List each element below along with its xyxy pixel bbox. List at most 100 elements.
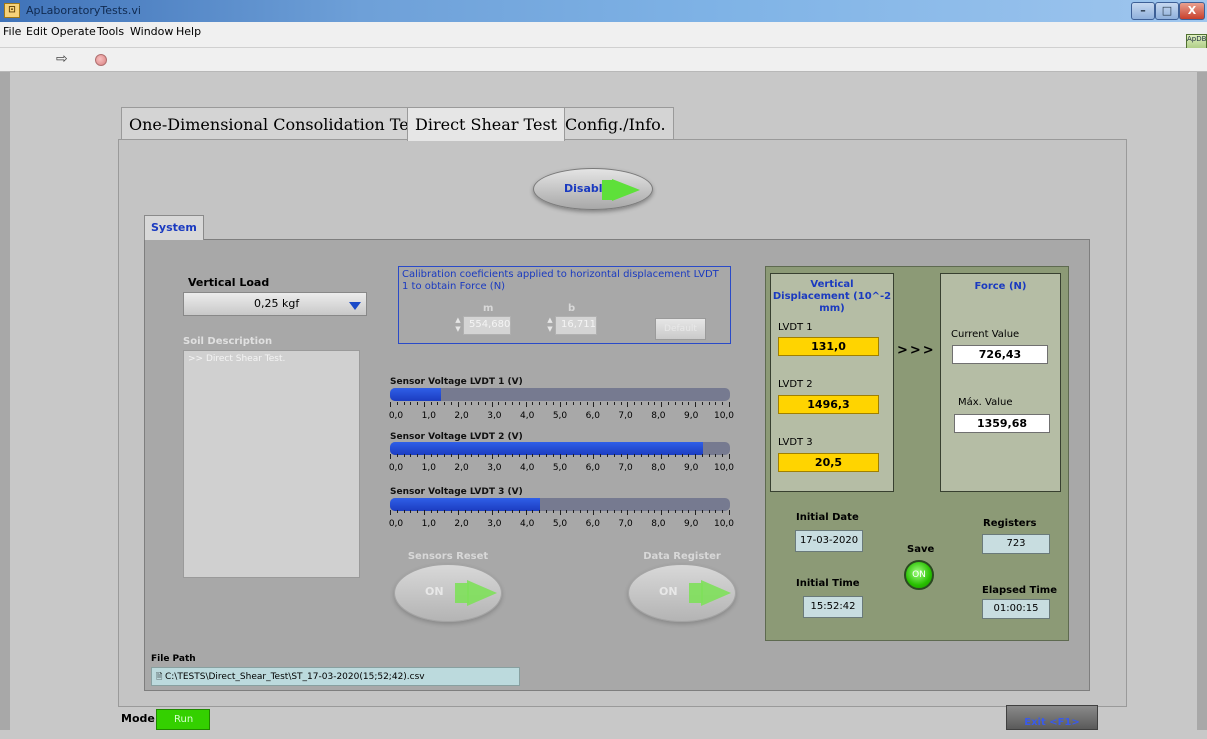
scale-label: 5,0 (552, 519, 568, 529)
run-arrow-icon[interactable]: ⇨ (56, 51, 68, 67)
scale-label: 1,0 (421, 411, 436, 421)
initial-time-label: Initial Time (796, 578, 860, 589)
scale-tick (525, 510, 527, 515)
scale-tick (606, 510, 608, 513)
scale-tick (403, 454, 405, 457)
arrow-right-icon (701, 580, 731, 606)
data-register-button[interactable]: ON (628, 564, 736, 622)
abort-stop-icon[interactable] (95, 54, 107, 66)
mode-indicator: Run (156, 709, 210, 730)
scale-label: 0,0 (388, 411, 404, 421)
scale-tick (573, 402, 575, 405)
scale-tick (627, 402, 629, 407)
calibration-description: Calibration coeficients applied to horiz… (402, 269, 719, 292)
window-title: ApLaboratoryTests.vi (26, 4, 141, 17)
scale-tick (674, 454, 676, 457)
scale-tick (545, 454, 547, 457)
scale-tick (613, 510, 615, 513)
scale-tick (451, 402, 453, 405)
scale-tick (403, 510, 405, 513)
scale-tick (552, 510, 554, 513)
window-right-border (1197, 72, 1207, 730)
lvdt2-value: 1496,3 (778, 395, 879, 414)
scale-tick (647, 454, 649, 457)
menu-file[interactable]: File (3, 25, 21, 38)
disable-button[interactable]: Disable (533, 168, 653, 210)
scale-tick (532, 402, 534, 405)
menu-help[interactable]: Help (176, 25, 201, 38)
m-spinner-icon[interactable]: ▲ ▼ (454, 316, 462, 335)
scale-tick (423, 454, 425, 459)
title-bar: ⊡ ApLaboratoryTests.vi – □ X (0, 0, 1207, 22)
scale-tick (701, 454, 703, 457)
scale-tick (464, 402, 466, 405)
scale-tick (606, 454, 608, 457)
menu-tools[interactable]: Tools (97, 25, 124, 38)
scale-tick (552, 402, 554, 405)
scale-tick (484, 510, 486, 513)
scale-tick (661, 454, 663, 459)
scale-label: 9,0 (684, 519, 699, 529)
scale-tick (579, 454, 581, 457)
close-button[interactable]: X (1179, 2, 1205, 20)
lvdt2-label: LVDT 2 (778, 379, 813, 390)
scale-tick (688, 402, 690, 405)
menu-operate[interactable]: Operate (51, 25, 96, 38)
tab-consolidation[interactable]: One-Dimensional Consolidation Test (121, 107, 432, 140)
scale-tick (512, 454, 514, 457)
window-left-border (0, 72, 10, 730)
scale-label: 2,0 (454, 519, 469, 529)
lvdt3-label: LVDT 3 (778, 437, 813, 448)
scale-label: 9,0 (684, 463, 699, 473)
file-path-field[interactable]: 🗎 C:\TESTS\Direct_Shear_Test\ST_17-03-20… (151, 667, 520, 686)
menu-window[interactable]: Window (130, 25, 173, 38)
scale-tick (396, 402, 398, 405)
scale-tick (390, 402, 391, 407)
b-spinner-icon[interactable]: ▲ ▼ (546, 316, 554, 335)
scale-tick (430, 402, 432, 405)
scale-label: 8,0 (651, 463, 666, 473)
scale-tick (613, 454, 615, 457)
scale-label: 9,0 (684, 411, 699, 421)
scale-label: 10,0 (713, 411, 735, 421)
scale-tick (654, 402, 656, 405)
sensors-reset-button[interactable]: ON (394, 564, 502, 622)
lvdt1-label: LVDT 1 (778, 322, 813, 333)
vertical-load-dropdown[interactable]: 0,25 kgf (183, 292, 367, 316)
file-path-value: C:\TESTS\Direct_Shear_Test\ST_17-03-2020… (164, 672, 425, 682)
initial-date-label: Initial Date (796, 512, 859, 523)
sensor-lvdt2-label: Sensor Voltage LVDT 2 (V) (390, 432, 523, 442)
m-coefficient-field[interactable]: 554,680 (463, 316, 511, 335)
scale-tick (586, 510, 588, 513)
tab-config-info[interactable]: Config./Info. (557, 107, 674, 140)
scale-tick (620, 510, 622, 513)
scale-tick (573, 510, 575, 513)
scale-tick (471, 402, 473, 405)
default-button[interactable]: Default (655, 318, 706, 340)
tab-direct-shear[interactable]: Direct Shear Test (407, 107, 566, 141)
soil-description-field[interactable]: >> Direct Shear Test. (183, 350, 360, 578)
maximize-button[interactable]: □ (1155, 2, 1179, 20)
scale-tick (613, 402, 615, 405)
scale-tick (518, 454, 520, 457)
menu-edit[interactable]: Edit (26, 25, 47, 38)
scale-tick (430, 510, 432, 513)
labview-icon: ⊡ (4, 3, 20, 18)
arrow-right-icon (612, 179, 640, 201)
scale-tick (620, 402, 622, 405)
scale-tick (532, 454, 534, 457)
exit-button[interactable]: Exit <F1> (1006, 705, 1098, 730)
vertical-load-value: 0,25 kgf (254, 297, 300, 310)
scale-label: 5,0 (552, 463, 568, 473)
tab-system[interactable]: System (144, 215, 204, 240)
b-coefficient-field[interactable]: 16,711 (555, 316, 597, 335)
scale-label: 1,0 (421, 463, 436, 473)
scale-tick (539, 510, 541, 513)
minimize-button[interactable]: – (1131, 2, 1155, 20)
scale-tick (667, 510, 669, 513)
scale-tick (512, 510, 514, 513)
scale-tick (545, 402, 547, 405)
scale-tick (471, 454, 473, 457)
scale-tick (701, 402, 703, 405)
save-label: Save (907, 544, 935, 555)
